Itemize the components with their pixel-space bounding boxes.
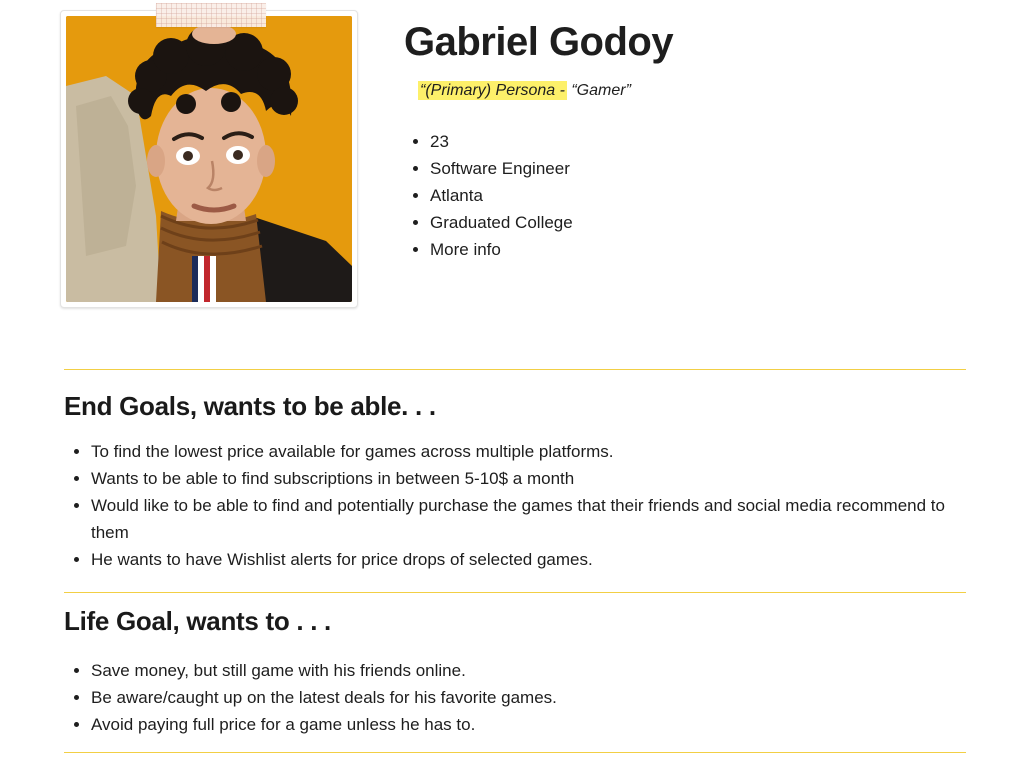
fact-location: Atlanta (430, 182, 573, 209)
fact-education: Graduated College (430, 209, 573, 236)
persona-type: “Gamer” (566, 82, 631, 99)
end-goal-item: Wants to be able to find subscriptions i… (91, 465, 951, 492)
end-goal-item: He wants to have Wishlist alerts for pri… (91, 546, 951, 573)
persona-facts-list: 23 Software Engineer Atlanta Graduated C… (412, 128, 573, 263)
fact-more-info: More info (430, 236, 573, 263)
life-goal-list: Save money, but still game with his frie… (72, 657, 951, 738)
life-goal-item: Save money, but still game with his frie… (91, 657, 951, 684)
section-divider (64, 752, 966, 753)
fact-age: 23 (430, 128, 573, 155)
life-goal-heading: Life Goal, wants to . . . (64, 606, 331, 636)
fact-occupation: Software Engineer (430, 155, 573, 182)
life-goal-item: Be aware/caught up on the latest deals f… (91, 684, 951, 711)
washi-tape-decoration (156, 3, 266, 27)
persona-subtitle: “(Primary) Persona - “Gamer” (418, 81, 631, 100)
life-goal-item: Avoid paying full price for a game unles… (91, 711, 951, 738)
end-goal-item: To find the lowest price available for g… (91, 438, 951, 465)
section-divider (64, 369, 966, 370)
persona-name: Gabriel Godoy (404, 20, 674, 64)
profile-photo (66, 16, 352, 302)
section-divider (64, 592, 966, 593)
end-goals-list: To find the lowest price available for g… (72, 438, 951, 573)
end-goals-heading: End Goals, wants to be able. . . (64, 391, 436, 421)
profile-photo-card (60, 3, 358, 308)
persona-highlight: “(Primary) Persona - (418, 81, 567, 100)
end-goal-item: Would like to be able to find and potent… (91, 492, 951, 546)
